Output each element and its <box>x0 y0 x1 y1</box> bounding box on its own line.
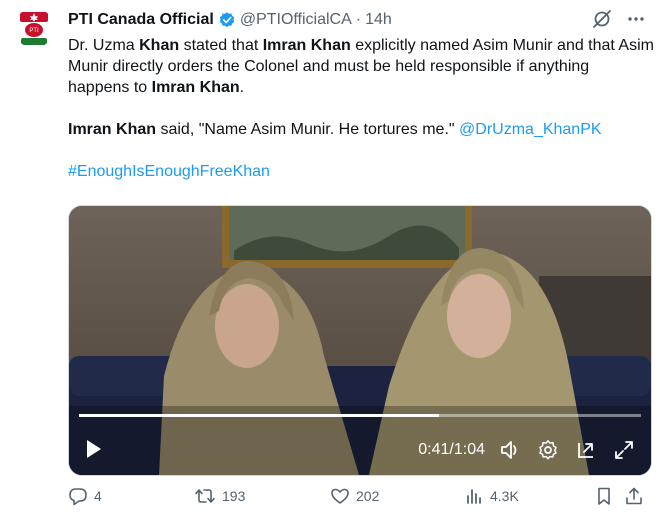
tweet-paragraph-3: #EnoughIsEnoughFreeKhan <box>68 161 654 182</box>
video-player[interactable]: 0:41/1:04 <box>68 205 652 476</box>
share-button[interactable] <box>624 486 644 506</box>
play-icon[interactable] <box>85 439 103 459</box>
tweet-paragraph-2: Imran Khan said, "Name Asim Munir. He to… <box>68 121 602 138</box>
views-count: 4.3K <box>490 488 519 504</box>
like-count: 202 <box>356 488 380 504</box>
reply-button[interactable]: 4 <box>68 486 102 506</box>
svg-text:PTI: PTI <box>29 28 39 34</box>
share-icon <box>626 487 642 505</box>
more-icon[interactable] <box>626 9 646 29</box>
tweet-header: PTI Canada Official @PTIOfficialCA · 14h <box>68 9 654 31</box>
repost-count: 193 <box>222 488 246 504</box>
header-icons <box>592 9 646 29</box>
tweet-paragraph-1: Dr. Uzma Khan stated that Imran Khan exp… <box>68 37 654 96</box>
like-icon <box>331 488 349 504</box>
volume-icon[interactable] <box>499 439 521 461</box>
bookmark-icon <box>598 487 610 505</box>
reply-count: 4 <box>94 488 102 504</box>
hashtag-link[interactable]: #EnoughIsEnoughFreeKhan <box>68 163 270 180</box>
video-controls: 0:41/1:04 <box>69 421 651 475</box>
bookmark-button[interactable] <box>594 486 614 506</box>
tweet-timestamp[interactable]: 14h <box>365 11 392 29</box>
avatar[interactable]: PTI <box>14 8 54 48</box>
reply-icon <box>69 488 87 506</box>
video-progress-fill <box>79 414 440 417</box>
video-progress-bar[interactable] <box>79 414 641 417</box>
pti-canada-logo: PTI <box>14 8 54 48</box>
views-icon <box>467 489 481 504</box>
account-name[interactable]: PTI Canada Official <box>68 11 214 29</box>
tweet-actions: 4 193 202 4.3K <box>68 486 650 510</box>
video-controls-right: 0:41/1:04 <box>418 439 635 461</box>
video-timecode: 0:41/1:04 <box>418 441 485 458</box>
like-button[interactable]: 202 <box>330 486 379 506</box>
mention-link[interactable]: @DrUzma_KhanPK <box>459 121 602 138</box>
fullscreen-icon[interactable] <box>613 439 635 461</box>
tweet-text: Dr. Uzma Khan stated that Imran Khan exp… <box>68 35 654 182</box>
pip-icon[interactable] <box>575 439 597 461</box>
account-handle[interactable]: @PTIOfficialCA <box>240 11 352 29</box>
repost-button[interactable]: 193 <box>194 486 245 506</box>
grok-icon[interactable] <box>592 9 612 29</box>
views-button[interactable]: 4.3K <box>464 486 519 506</box>
verified-badge-icon <box>219 12 235 28</box>
settings-icon[interactable] <box>537 439 559 461</box>
separator-dot: · <box>355 11 362 28</box>
repost-icon <box>195 489 215 503</box>
